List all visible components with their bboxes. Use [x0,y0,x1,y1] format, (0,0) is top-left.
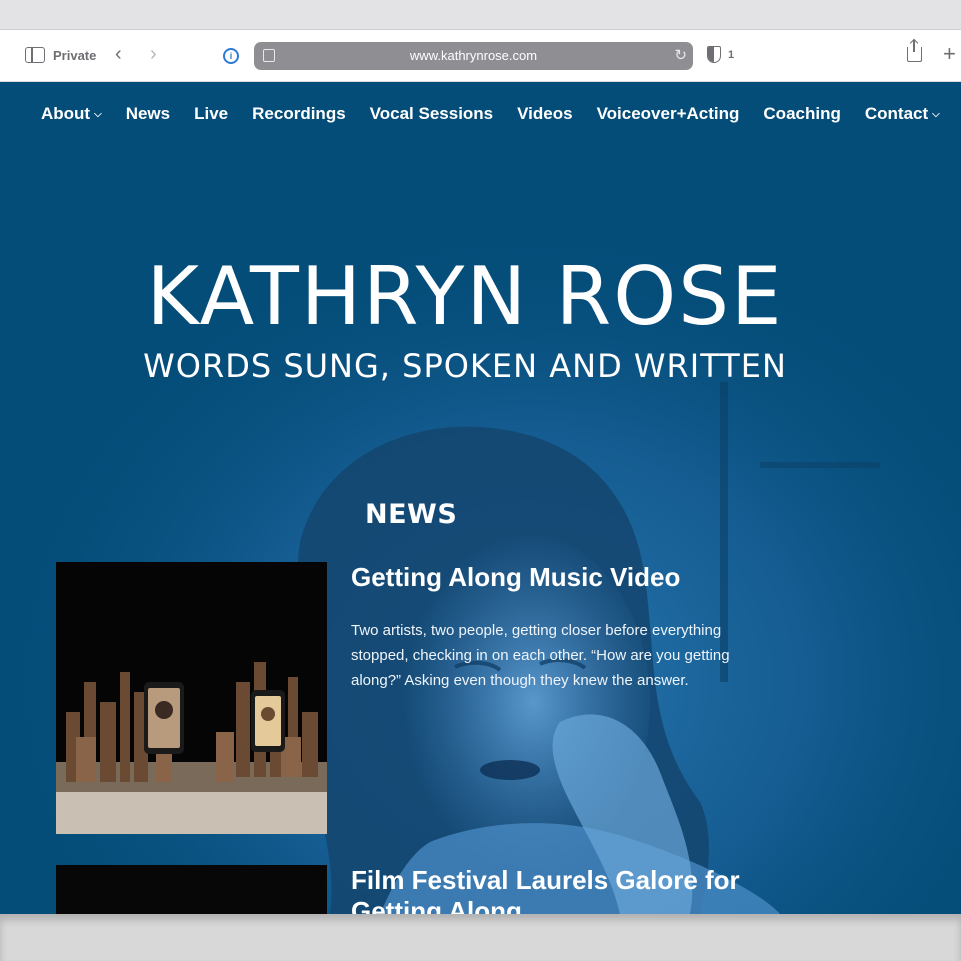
post-thumbnail[interactable] [56,865,327,914]
nav-voiceover-acting[interactable]: Voiceover+Acting [597,104,740,124]
nav-contact-label: Contact [864,104,929,123]
site-tagline: WORDS SUNG, SPOKEN AND WRITTEN [143,347,787,385]
nav-videos[interactable]: Videos [517,104,572,124]
chevron-down-icon: ⌵ [932,109,940,120]
news-section-title: NEWS [365,499,458,530]
address-bar[interactable]: www.kathrynrose.com ↻ [254,42,693,70]
post-title[interactable]: Film Festival Laurels Galore for Getting… [351,865,751,914]
nav-live[interactable]: Live [194,104,228,124]
blocker-count: 1 [728,49,735,61]
site-title[interactable]: KATHRYN ROSE [0,252,930,342]
nav-contact[interactable]: Contact ⌵ [865,104,940,124]
nav-coaching[interactable]: Coaching [763,104,840,124]
city-model-photo [56,562,327,834]
festival-photo [56,865,327,914]
shield-icon[interactable] [707,46,721,63]
chevron-down-icon: ⌵ [94,109,102,120]
post-thumbnail[interactable] [56,562,327,834]
nav-vocal-sessions[interactable]: Vocal Sessions [370,104,493,124]
private-label: Private [53,48,97,63]
password-manager-icon[interactable]: i [223,48,239,64]
address-bar-url: www.kathrynrose.com [409,48,538,63]
sidebar-toggle-icon[interactable] [25,47,45,63]
window-bottom-strip [0,914,961,961]
nav-about-label: About [41,104,91,123]
post-title[interactable]: Getting Along Music Video [351,562,751,593]
browser-toolbar: Private ‹ › i www.kathrynrose.com ↻ 1 + [0,30,961,82]
post-excerpt: Two artists, two people, getting closer … [351,622,730,689]
window-top-strip [0,0,961,30]
nav-recordings[interactable]: Recordings [252,104,346,124]
reload-icon[interactable]: ↻ [674,46,687,64]
back-arrow-icon[interactable]: ‹ [115,44,122,64]
web-page: About ⌵ News Live Recordings Vocal Sessio… [0,82,961,914]
share-icon[interactable] [907,40,922,62]
nav-news[interactable]: News [126,104,170,124]
main-nav: About ⌵ News Live Recordings Vocal Sessio… [41,104,961,124]
new-tab-icon[interactable]: + [943,41,956,67]
nav-about[interactable]: About ⌵ [41,104,102,124]
forward-arrow-icon[interactable]: › [150,44,157,64]
